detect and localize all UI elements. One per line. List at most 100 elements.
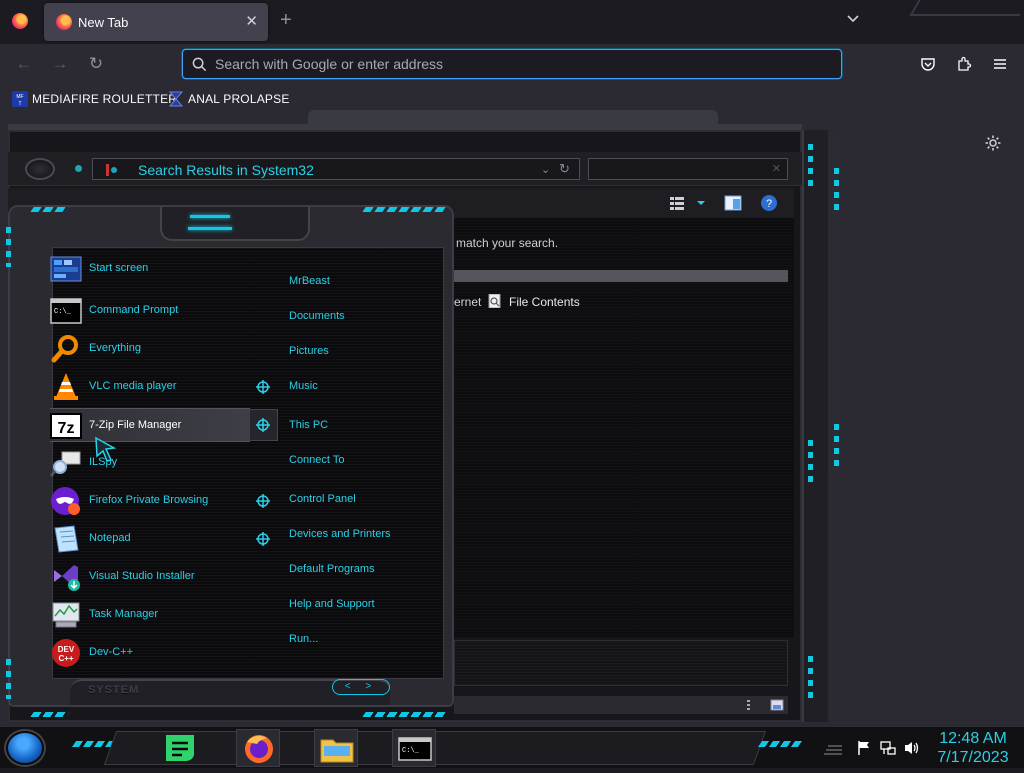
- taskbar-firefox[interactable]: [236, 729, 280, 767]
- notes-app-icon: [166, 735, 194, 762]
- taskbar-grip-icon: [824, 745, 842, 755]
- place-control-panel[interactable]: Control Panel: [289, 493, 356, 505]
- notepad-icon: [54, 525, 79, 553]
- back-button[interactable]: ←: [14, 54, 34, 74]
- view-dropdown-icon[interactable]: [692, 194, 710, 212]
- svg-text:MF: MF: [16, 94, 23, 100]
- view-options-icon[interactable]: [668, 194, 686, 212]
- firefox-icon: [245, 735, 273, 763]
- place-run[interactable]: Run...: [289, 633, 318, 645]
- back-forward-orb-icon[interactable]: [25, 158, 55, 180]
- reload-button[interactable]: ↻: [86, 54, 106, 74]
- place-default-programs[interactable]: Default Programs: [289, 563, 375, 575]
- place-connect-to[interactable]: Connect To: [289, 454, 344, 466]
- visual-studio-installer-icon: [54, 565, 80, 591]
- program-notepad[interactable]: Notepad: [50, 522, 250, 556]
- clear-search-icon[interactable]: ✕: [772, 162, 781, 175]
- program-label: Start screen: [89, 262, 149, 274]
- corner-light-bars: [362, 712, 448, 717]
- url-input[interactable]: [215, 54, 815, 74]
- extensions-icon[interactable]: [956, 56, 972, 72]
- bookmark-second[interactable]: ANAL PROLAPSE: [168, 90, 290, 108]
- browser-tab[interactable]: New Tab ✕: [44, 3, 268, 41]
- search-icon: [192, 57, 207, 72]
- 7zip-icon: 7z: [50, 413, 82, 439]
- jump-list-arrow-icon[interactable]: [256, 532, 270, 546]
- svg-text:DEV: DEV: [58, 645, 75, 654]
- program-label: Command Prompt: [89, 304, 179, 316]
- place-mrbeast[interactable]: MrBeast: [289, 275, 330, 287]
- address-dropdown-icon[interactable]: ⌄: [541, 163, 550, 176]
- svg-text:T: T: [18, 101, 21, 107]
- gear-icon[interactable]: [984, 134, 1002, 152]
- program-command-prompt[interactable]: C:\_ Command Prompt: [50, 294, 250, 328]
- program-everything[interactable]: Everything: [50, 332, 250, 366]
- tab-close-icon[interactable]: ✕: [245, 12, 258, 30]
- place-pictures[interactable]: Pictures: [289, 345, 329, 357]
- new-tab-button[interactable]: +: [280, 10, 292, 30]
- corner-light-bars: [30, 712, 70, 717]
- jump-list-arrow-icon[interactable]: [256, 494, 270, 508]
- tab-strip: New Tab ✕ +: [0, 0, 1024, 44]
- search-again-internet-link[interactable]: ernet: [454, 295, 481, 309]
- program-start-screen[interactable]: Start screen: [50, 252, 250, 286]
- place-music[interactable]: Music: [289, 380, 318, 392]
- system-clock[interactable]: 12:48 AM 7/17/2023: [934, 729, 1012, 767]
- clock-date: 7/17/2023: [937, 749, 1009, 766]
- hamburger-menu-icon[interactable]: [992, 56, 1008, 72]
- ilspy-icon: [50, 451, 81, 477]
- bookmark-label: ANAL PROLAPSE: [188, 92, 290, 106]
- address-bar[interactable]: Search Results in System32 ⌄ ↻: [92, 158, 580, 180]
- program-task-manager[interactable]: Task Manager: [50, 598, 250, 632]
- program-vlc[interactable]: VLC media player: [50, 370, 250, 404]
- place-help-and-support[interactable]: Help and Support: [289, 598, 375, 610]
- side-light-strip: [6, 227, 11, 267]
- program-label: Visual Studio Installer: [89, 570, 195, 582]
- task-manager-icon: [52, 602, 80, 628]
- forward-button[interactable]: →: [50, 54, 70, 74]
- details-view-icon[interactable]: [746, 699, 758, 711]
- taskbar-notes-app[interactable]: [158, 729, 202, 767]
- jump-list-arrow-icon[interactable]: [256, 418, 270, 432]
- explorer-address-row: Search Results in System32 ⌄ ↻ ✕: [8, 152, 802, 186]
- bookmark-mediafire[interactable]: MF T MEDIAFIRE ROULETTER: [12, 90, 177, 108]
- large-icons-view-icon[interactable]: [770, 699, 784, 711]
- refresh-icon[interactable]: ↻: [559, 161, 570, 177]
- place-documents[interactable]: Documents: [289, 310, 345, 322]
- taskbar-command-prompt[interactable]: C:\_: [392, 729, 436, 767]
- firefox-view-icon[interactable]: [12, 13, 28, 29]
- program-firefox-private[interactable]: Firefox Private Browsing: [50, 484, 250, 518]
- program-ilspy[interactable]: ILSpy: [50, 446, 250, 480]
- system-label: SYSTEM: [88, 684, 140, 696]
- program-vs-installer[interactable]: Visual Studio Installer: [50, 560, 250, 594]
- bookmarks-toolbar: MF T MEDIAFIRE ROULETTER ANAL PROLAPSE: [0, 86, 1024, 112]
- volume-icon[interactable]: [904, 740, 920, 756]
- place-this-pc[interactable]: This PC: [289, 419, 328, 431]
- preview-pane-icon[interactable]: [724, 194, 742, 212]
- start-menu-header-decoration: [160, 207, 310, 241]
- start-menu-nav-arrows[interactable]: < >: [332, 679, 390, 695]
- start-orb-button[interactable]: [6, 731, 44, 765]
- list-all-tabs-icon[interactable]: [846, 11, 860, 25]
- program-7zip[interactable]: 7z 7-Zip File Manager: [50, 408, 250, 442]
- taskbar-file-explorer[interactable]: [314, 729, 358, 767]
- url-bar[interactable]: [182, 49, 842, 79]
- navigation-toolbar: ← → ↻: [0, 44, 1024, 86]
- place-devices-and-printers[interactable]: Devices and Printers: [289, 528, 391, 540]
- jump-list-arrow-icon[interactable]: [256, 380, 270, 394]
- svg-text:C:\_: C:\_: [54, 308, 72, 316]
- network-icon[interactable]: [880, 740, 896, 756]
- file-explorer-icon: [320, 739, 354, 763]
- frame-light-strip: [834, 168, 839, 216]
- search-again-header: [454, 270, 788, 282]
- program-dev-cpp[interactable]: DEV C++ Dev-C++: [50, 636, 250, 670]
- recent-pages-icon[interactable]: [75, 165, 82, 172]
- explorer-search-box[interactable]: ✕: [588, 158, 788, 180]
- action-center-flag-icon[interactable]: [856, 740, 872, 756]
- search-folder-icon: [106, 164, 117, 176]
- help-icon[interactable]: ?: [760, 194, 778, 212]
- pocket-icon[interactable]: [920, 56, 936, 72]
- program-label: Everything: [89, 342, 141, 354]
- explorer-status-bar: [454, 696, 788, 714]
- frame-light-strip: [808, 440, 813, 488]
